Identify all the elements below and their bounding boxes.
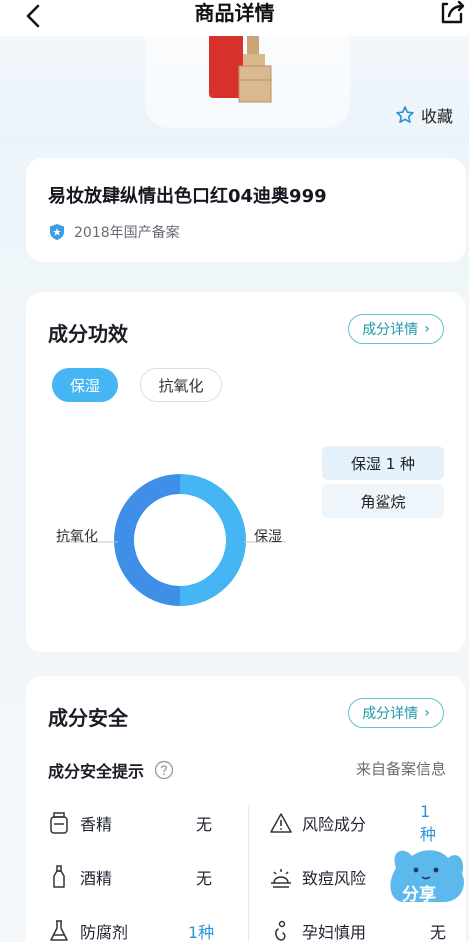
chevron-right-icon: › <box>424 321 430 337</box>
chevron-right-icon: › <box>424 705 430 721</box>
nav-bar: 商品详情 <box>0 0 469 36</box>
safety-item-name: 风险成分 <box>302 815 367 834</box>
lipstick-gold-shape <box>238 36 272 103</box>
safety-subtitle: 成分安全提示 <box>48 758 174 782</box>
record-text: 2018年国产备案 <box>74 225 180 241</box>
flask-icon <box>50 920 68 941</box>
tab-antioxidant[interactable]: 抗氧化 <box>140 368 222 402</box>
product-name: 易妆放肆纵情出色口红04迪奥999 <box>48 186 327 207</box>
effect-donut-chart <box>114 474 246 606</box>
page-title: 商品详情 <box>194 1 275 25</box>
safety-item-name: 孕妇慎用 <box>302 923 367 942</box>
donut-slice-0 <box>180 474 246 606</box>
record-info: 2018年国产备案 <box>48 222 180 242</box>
favorite-button[interactable]: 收藏 <box>385 100 467 130</box>
safety-item-value: 1种 <box>188 923 215 942</box>
safety-item-value: 1种 <box>420 801 437 844</box>
safety-row-risk[interactable]: 风险成分 1种 <box>270 802 446 844</box>
safety-item-name: 酒精 <box>80 869 113 888</box>
favorite-label: 收藏 <box>421 107 454 126</box>
safety-detail-label: 成分详情 <box>362 706 419 722</box>
column-divider <box>248 806 249 942</box>
safety-source: 来自备案信息 <box>355 760 446 778</box>
safety-detail-button[interactable]: 成分详情 › <box>348 698 444 728</box>
share-icon[interactable] <box>439 0 467 24</box>
pregnancy-icon <box>275 920 286 941</box>
bottle-icon <box>50 812 68 834</box>
donut-slice-1 <box>114 474 180 606</box>
alcohol-bottle-icon <box>53 865 65 888</box>
star-icon <box>396 106 414 123</box>
tab-moisturize[interactable]: 保湿 <box>52 368 118 402</box>
safety-item-value: 无 <box>196 815 213 834</box>
legend-ingredient: 角鲨烷 <box>322 484 444 518</box>
floating-share-label: 分享 <box>402 885 436 905</box>
floating-share-button[interactable]: 分享 <box>382 840 468 910</box>
safety-item-name: 致痘风险 <box>302 869 367 888</box>
safety-row-preservative[interactable]: 防腐剂 1种 <box>48 916 228 942</box>
safety-subtitle-text: 成分安全提示 <box>48 762 145 781</box>
effect-detail-label: 成分详情 <box>362 322 419 338</box>
safety-title: 成分安全 <box>48 706 128 730</box>
effect-card: 成分功效 成分详情 › 保湿 抗氧化 保湿 1 种 角鲨烷 抗氧化 保湿 <box>26 292 466 652</box>
chart-label-antioxidant: 抗氧化 <box>56 529 98 545</box>
safety-item-name: 防腐剂 <box>80 923 129 942</box>
product-image <box>145 36 350 128</box>
safety-item-value: 无 <box>196 869 213 888</box>
effect-title: 成分功效 <box>48 322 128 346</box>
chart-label-moisturize: 保湿 <box>254 529 282 545</box>
acne-risk-icon <box>271 869 291 888</box>
legend-moisturize-count: 保湿 1 种 <box>322 446 444 480</box>
product-info-card: 易妆放肆纵情出色口红04迪奥999 2018年国产备案 <box>26 158 466 262</box>
warning-icon <box>270 813 292 833</box>
help-icon[interactable] <box>154 760 174 780</box>
safety-row-alcohol[interactable]: 酒精 无 <box>48 862 228 892</box>
safety-row-fragrance[interactable]: 香精 无 <box>48 808 228 838</box>
safety-item-value: 无 <box>430 923 447 942</box>
product-hero: 收藏 <box>0 36 469 146</box>
shield-icon <box>50 224 64 240</box>
effect-detail-button[interactable]: 成分详情 › <box>348 314 444 344</box>
safety-row-pregnancy[interactable]: 孕妇慎用 无 <box>270 916 446 942</box>
safety-item-name: 香精 <box>80 815 113 834</box>
